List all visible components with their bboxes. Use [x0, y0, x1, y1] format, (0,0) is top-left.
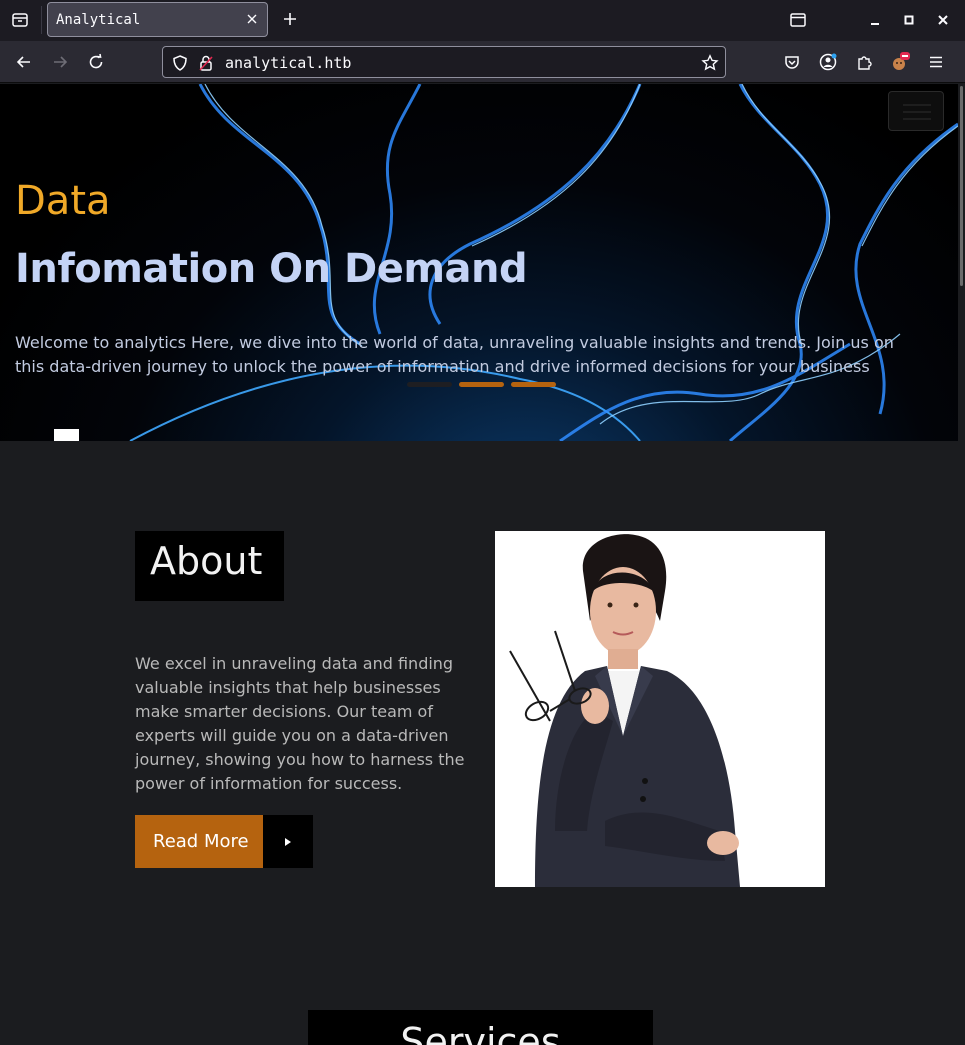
- back-arrow-icon[interactable]: [13, 51, 35, 73]
- hamburger-line: [903, 111, 931, 113]
- insecure-lock-icon[interactable]: [197, 54, 215, 72]
- url-text: analytical.htb: [225, 54, 352, 72]
- close-window-icon[interactable]: [933, 10, 953, 30]
- web-page: Data Infomation On Demand Welcome to ana…: [0, 84, 958, 1045]
- play-arrow-icon: [263, 815, 313, 868]
- hero-description: Welcome to analytics Here, we dive into …: [15, 333, 894, 376]
- services-heading: Services: [400, 1020, 561, 1045]
- hero-kicker: Data: [15, 178, 111, 224]
- extensions-icon[interactable]: [853, 51, 875, 73]
- maximize-icon[interactable]: [899, 10, 919, 30]
- minimize-icon[interactable]: [865, 10, 885, 30]
- tab-title: Analytical: [56, 12, 141, 28]
- carousel-indicator-3[interactable]: [511, 382, 556, 387]
- account-icon[interactable]: [817, 51, 839, 73]
- browser-tab-analytical[interactable]: Analytical: [47, 2, 268, 37]
- extension-badge-icon[interactable]: [889, 51, 911, 73]
- about-text: We excel in unraveling data and finding …: [135, 654, 465, 793]
- bookmark-star-icon[interactable]: [701, 54, 719, 72]
- scrollbar-thumb[interactable]: [960, 86, 963, 286]
- tracking-shield-icon[interactable]: [171, 54, 189, 72]
- hamburger-line: [903, 104, 931, 106]
- services-heading-box: Services: [308, 1010, 653, 1045]
- carousel-indicator-1[interactable]: [407, 382, 452, 387]
- forward-arrow-icon[interactable]: [49, 51, 71, 73]
- page-scrollbar[interactable]: [958, 84, 965, 1045]
- address-bar[interactable]: analytical.htb: [162, 46, 726, 78]
- carousel-control-marker[interactable]: [54, 429, 79, 441]
- reload-icon[interactable]: [85, 51, 107, 73]
- browser-nav-bar: analytical.htb: [0, 41, 965, 83]
- carousel-indicators: [407, 382, 556, 387]
- pip-window-icon[interactable]: [788, 10, 808, 30]
- browser-tab-bar: Analytical: [0, 0, 965, 41]
- about-heading: About: [150, 539, 263, 583]
- about-businesswoman-image: [495, 531, 825, 887]
- pocket-icon[interactable]: [781, 51, 803, 73]
- about-heading-box: About: [135, 531, 284, 601]
- hero-title: Infomation On Demand: [15, 246, 528, 292]
- hamburger-line: [903, 118, 931, 120]
- app-menu-icon[interactable]: [925, 51, 947, 73]
- read-more-button[interactable]: Read More: [135, 815, 313, 868]
- close-tab-icon[interactable]: [245, 12, 259, 26]
- read-more-label: Read More: [135, 815, 263, 868]
- new-tab-icon[interactable]: [280, 9, 300, 29]
- tab-separator: [41, 6, 42, 34]
- hero-carousel: Data Infomation On Demand Welcome to ana…: [0, 84, 958, 441]
- carousel-indicator-2[interactable]: [459, 382, 504, 387]
- navbar-toggle-button[interactable]: [888, 91, 944, 131]
- tab-list-icon[interactable]: [8, 8, 32, 32]
